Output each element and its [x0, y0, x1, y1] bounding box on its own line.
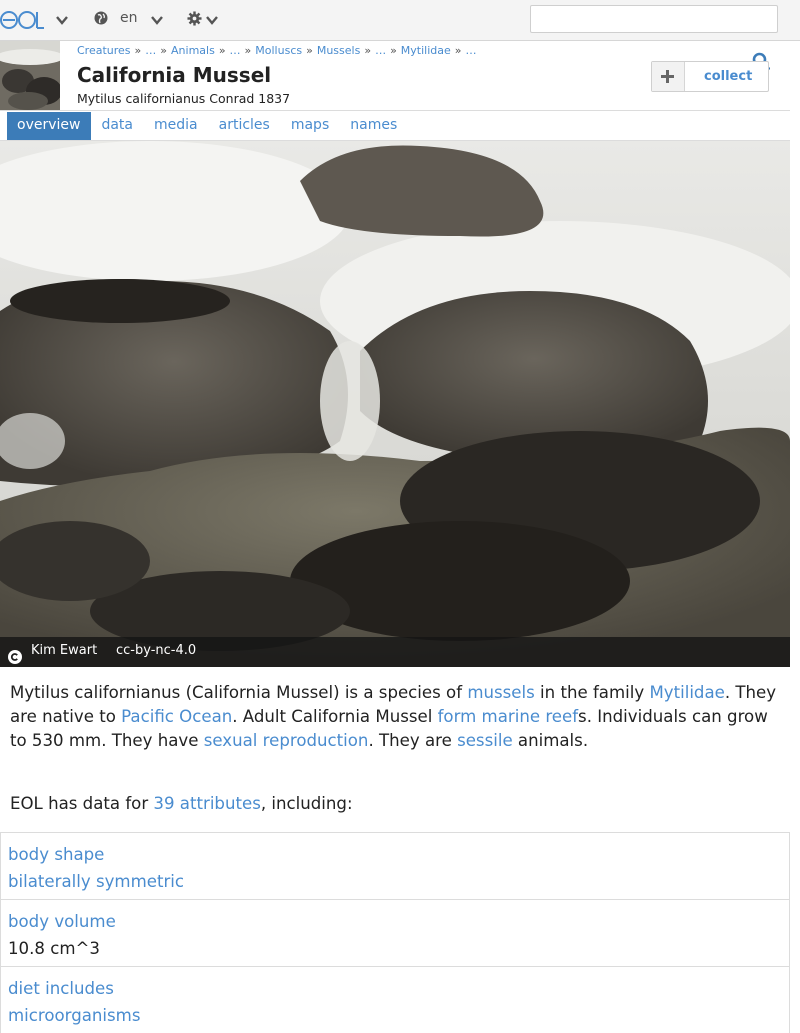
chevron-down-icon[interactable] — [150, 13, 164, 27]
chevron-down-icon[interactable] — [55, 13, 69, 27]
link-sessile[interactable]: sessile — [457, 731, 513, 750]
breadcrumb-item[interactable]: Animals — [171, 44, 215, 57]
image-caption: Kim Ewart cc-by-nc-4.0 — [0, 637, 790, 667]
species-summary: Mytilus californianus (California Mussel… — [10, 683, 777, 750]
breadcrumb-item[interactable]: Mussels — [317, 44, 360, 57]
collect-label: collect — [704, 69, 753, 84]
plus-icon — [652, 62, 685, 91]
scientific-name: Mytilus californianus Conrad 1837 — [77, 91, 291, 106]
link-form-marine-reef[interactable]: form marine reef — [438, 707, 578, 726]
tab-maps[interactable]: maps — [281, 112, 340, 140]
data-row: body shape bilaterally symmetric — [0, 832, 790, 899]
tab-data[interactable]: data — [91, 112, 144, 140]
breadcrumb-item[interactable]: … — [230, 44, 241, 57]
tab-media[interactable]: media — [144, 112, 209, 140]
tab-overview[interactable]: overview — [7, 112, 92, 140]
collect-button[interactable]: collect — [651, 61, 769, 92]
data-value: 10.8 cm^3 — [8, 939, 100, 958]
globe-icon[interactable] — [94, 11, 108, 25]
link-mytilidae[interactable]: Mytilidae — [649, 683, 724, 702]
mussel-photo — [0, 141, 790, 667]
top-bar: en — [0, 0, 800, 41]
page-title: California Mussel — [77, 63, 272, 87]
eol-logo[interactable] — [0, 7, 46, 33]
data-label[interactable]: diet includes — [8, 975, 782, 1002]
attributes-count: EOL has data for 39 attributes, includin… — [10, 794, 353, 813]
link-attributes[interactable]: 39 attributes — [153, 794, 260, 813]
species-thumbnail[interactable] — [0, 41, 60, 110]
tab-bar: overview data media articles maps names — [7, 112, 408, 140]
data-value[interactable]: bilaterally symmetric — [8, 868, 782, 895]
copyright-icon — [8, 650, 22, 664]
data-value[interactable]: microorganisms — [8, 1002, 782, 1029]
chevron-down-icon[interactable] — [205, 13, 219, 27]
breadcrumb-item[interactable]: Creatures — [77, 44, 131, 57]
breadcrumb-item[interactable]: … — [375, 44, 386, 57]
gear-icon[interactable] — [187, 11, 202, 26]
data-list: body shape bilaterally symmetric body vo… — [0, 832, 790, 1033]
language-selector[interactable]: en — [120, 10, 138, 26]
link-mussels[interactable]: mussels — [467, 683, 534, 702]
image-author[interactable]: Kim Ewart — [31, 643, 97, 658]
data-label[interactable]: body shape — [8, 841, 782, 868]
breadcrumb: Creatures»…» Animals»…» Molluscs» Mussels»…… — [77, 44, 477, 57]
breadcrumb-item[interactable]: Molluscs — [255, 44, 302, 57]
image-license[interactable]: cc-by-nc-4.0 — [116, 643, 196, 658]
breadcrumb-item[interactable]: … — [466, 44, 477, 57]
breadcrumb-item[interactable]: … — [145, 44, 156, 57]
data-row: diet includes microorganisms — [0, 966, 790, 1033]
link-sexual-reproduction[interactable]: sexual reproduction — [204, 731, 369, 750]
data-label[interactable]: body volume — [8, 908, 782, 935]
hero-image[interactable]: Kim Ewart cc-by-nc-4.0 — [0, 141, 790, 667]
divider — [0, 110, 790, 111]
link-pacific-ocean[interactable]: Pacific Ocean — [121, 707, 232, 726]
data-row: body volume 10.8 cm^3 — [0, 899, 790, 966]
tab-articles[interactable]: articles — [209, 112, 281, 140]
search-input[interactable] — [530, 5, 778, 33]
breadcrumb-item[interactable]: Mytilidae — [401, 44, 451, 57]
tab-names[interactable]: names — [340, 112, 408, 140]
